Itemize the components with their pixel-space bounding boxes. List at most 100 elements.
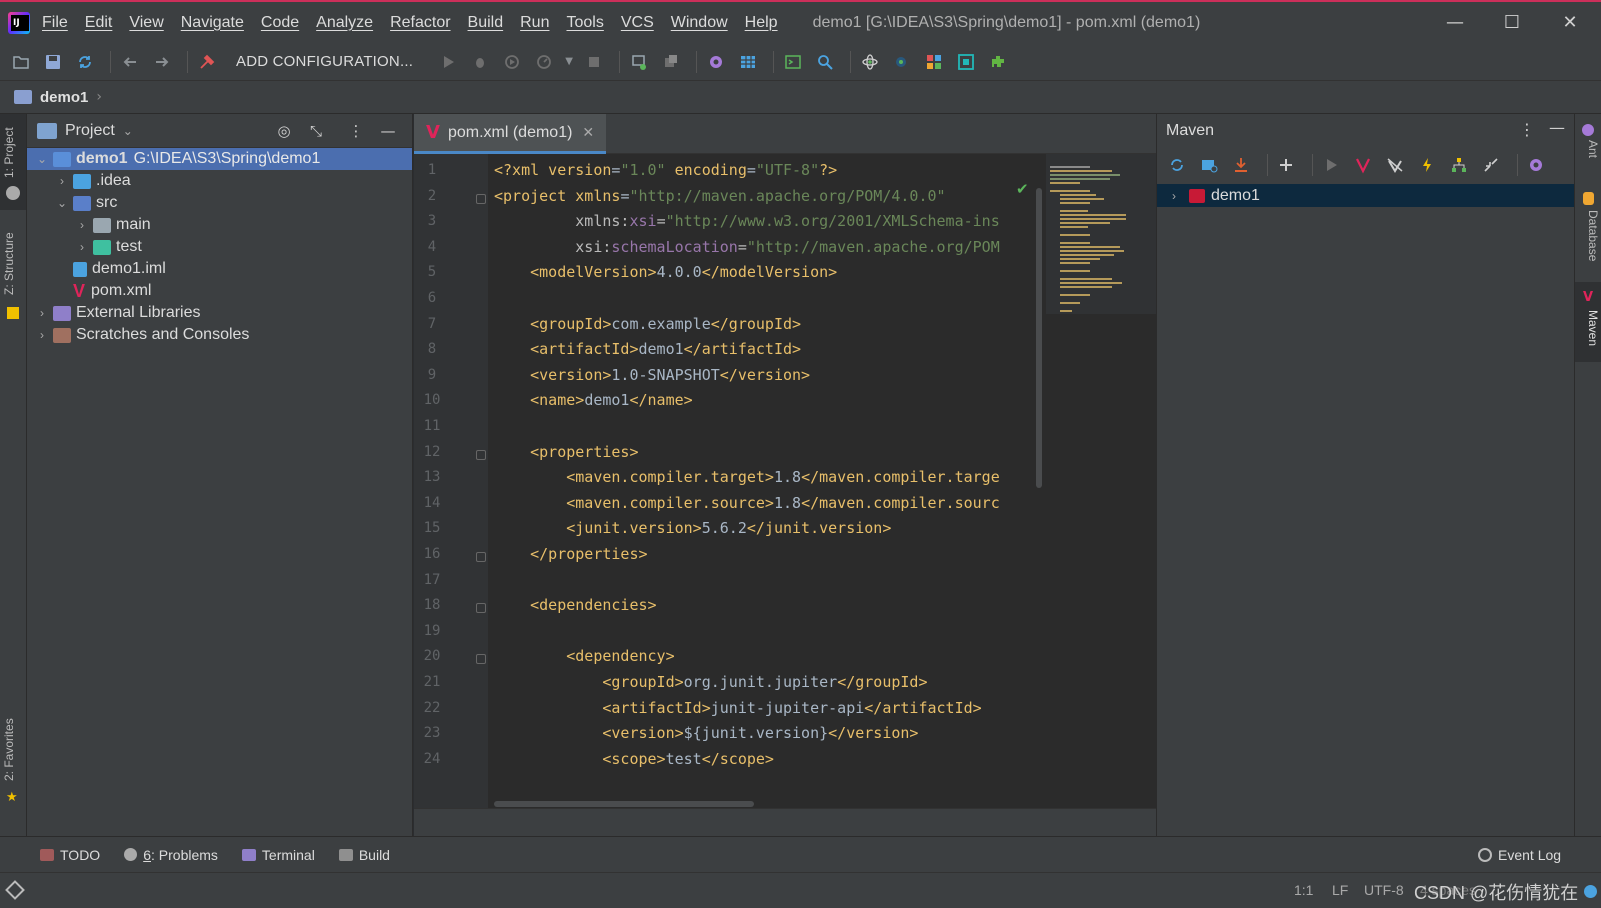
menu-window[interactable]: Window: [671, 14, 728, 32]
run-with-coverage-icon[interactable]: [499, 49, 525, 75]
tool-tab-structure[interactable]: Z: Structure: [2, 224, 24, 304]
close-icon[interactable]: ✕: [582, 125, 594, 141]
code-area[interactable]: <?xml version="1.0" encoding="UTF-8"?> <p…: [494, 154, 1046, 808]
tree-item-main[interactable]: › main: [27, 214, 412, 236]
more-options-icon[interactable]: ⋮: [345, 120, 367, 142]
breadcrumb-item-demo1[interactable]: demo1: [40, 89, 88, 106]
no-problems-check-icon[interactable]: ✔: [1016, 180, 1029, 198]
tree-item-src[interactable]: ⌄ src: [27, 192, 412, 214]
download-icon[interactable]: [1229, 153, 1253, 177]
menu-view[interactable]: View: [129, 14, 163, 32]
layout-plugin-icon[interactable]: [921, 49, 947, 75]
menu-build[interactable]: Build: [468, 14, 504, 32]
hide-panel-icon[interactable]: —: [377, 120, 399, 142]
locate-target-icon[interactable]: ◎: [273, 120, 295, 142]
fold-marker-icon[interactable]: [476, 193, 486, 204]
run-icon[interactable]: [435, 49, 461, 75]
maven-project-demo1[interactable]: › demo1: [1157, 184, 1575, 207]
build-tab[interactable]: Build: [338, 847, 390, 863]
tool-tab-database[interactable]: Database: [1578, 210, 1600, 270]
skip-tests-icon[interactable]: [1415, 153, 1439, 177]
spring-atom-icon[interactable]: [857, 49, 883, 75]
menu-file[interactable]: File: [42, 14, 68, 32]
database-plugin-icon[interactable]: [953, 49, 979, 75]
plugin-puzzle-icon[interactable]: [985, 49, 1011, 75]
menu-run[interactable]: Run: [520, 14, 549, 32]
build-hammer-icon[interactable]: [194, 49, 220, 75]
close-window-button[interactable]: ✕: [1555, 8, 1585, 38]
tree-item-pom-xml[interactable]: V pom.xml: [27, 280, 412, 302]
project-structure-icon[interactable]: [735, 49, 761, 75]
chevron-down-icon[interactable]: ⌄: [123, 124, 133, 138]
menu-navigate[interactable]: Navigate: [181, 14, 244, 32]
show-dependencies-icon[interactable]: [1447, 153, 1471, 177]
fold-marker-icon[interactable]: [476, 449, 486, 460]
menu-help[interactable]: Help: [745, 14, 778, 32]
menu-tools[interactable]: Tools: [566, 14, 603, 32]
terminal-tab[interactable]: Terminal: [241, 847, 315, 863]
chevron-down-icon[interactable]: ▼: [563, 49, 575, 75]
add-icon[interactable]: [1274, 153, 1298, 177]
debug-bug-icon[interactable]: [467, 49, 493, 75]
tree-item-idea[interactable]: › .idea: [27, 170, 412, 192]
chevron-right-icon[interactable]: ›: [1167, 189, 1181, 203]
event-log-tab[interactable]: Event Log: [1478, 847, 1561, 863]
tool-tab-favorites[interactable]: 2: Favorites: [2, 712, 24, 787]
profiler-icon[interactable]: [531, 49, 557, 75]
add-configuration-button[interactable]: ADD CONFIGURATION...: [236, 53, 413, 70]
problems-tab[interactable]: 6 : Problems: [124, 847, 218, 863]
deploy-icon[interactable]: [658, 49, 684, 75]
caret-position[interactable]: 1:1: [1294, 882, 1313, 898]
horizontal-scrollbar[interactable]: [494, 801, 754, 807]
terminal-icon[interactable]: [780, 49, 806, 75]
vertical-scrollbar[interactable]: [1036, 188, 1042, 488]
settings-gear-icon[interactable]: [703, 49, 729, 75]
chevron-right-icon[interactable]: ›: [55, 174, 69, 188]
chevron-right-icon[interactable]: ›: [75, 218, 89, 232]
maven-goal-icon[interactable]: [1351, 153, 1375, 177]
minimize-button[interactable]: —: [1440, 8, 1470, 38]
settings-gear-icon[interactable]: [1524, 153, 1548, 177]
toggle-offline-icon[interactable]: [1383, 153, 1407, 177]
menu-edit[interactable]: Edit: [85, 14, 113, 32]
tool-tab-maven[interactable]: Maven: [1578, 310, 1600, 358]
tree-item-external-libraries[interactable]: › External Libraries: [27, 302, 412, 324]
project-view-selector[interactable]: Project: [65, 122, 115, 140]
chevron-right-icon[interactable]: ›: [75, 240, 89, 254]
tree-item-test[interactable]: › test: [27, 236, 412, 258]
file-encoding[interactable]: UTF-8: [1364, 882, 1404, 898]
menu-refactor[interactable]: Refactor: [390, 14, 450, 32]
generate-sources-icon[interactable]: [1197, 153, 1221, 177]
stop-icon[interactable]: [581, 49, 607, 75]
chevron-down-icon[interactable]: ⌄: [35, 152, 49, 166]
attach-debugger-icon[interactable]: [626, 49, 652, 75]
hide-panel-icon[interactable]: —: [1549, 118, 1565, 137]
tree-item-demo1-iml[interactable]: demo1.iml: [27, 258, 412, 280]
search-icon[interactable]: [812, 49, 838, 75]
coverage-plugin-icon[interactable]: [889, 49, 915, 75]
menu-analyze[interactable]: Analyze: [316, 14, 373, 32]
save-all-icon[interactable]: [40, 49, 66, 75]
menu-code[interactable]: Code: [261, 14, 299, 32]
back-arrow-icon[interactable]: [117, 49, 143, 75]
tool-tab-ant[interactable]: Ant: [1578, 140, 1600, 170]
collapse-all-icon[interactable]: [1479, 153, 1503, 177]
fold-marker-icon[interactable]: [476, 552, 486, 562]
tool-tab-project[interactable]: 1: Project: [2, 122, 24, 184]
fold-marker-icon[interactable]: [476, 603, 486, 614]
more-options-icon[interactable]: ⋮: [1519, 120, 1535, 139]
reload-icon[interactable]: [1165, 153, 1189, 177]
open-folder-icon[interactable]: [8, 49, 34, 75]
tree-item-scratches[interactable]: › Scratches and Consoles: [27, 324, 412, 346]
tab-pom-xml[interactable]: V pom.xml (demo1) ✕: [414, 114, 606, 154]
chevron-right-icon[interactable]: ›: [35, 306, 49, 320]
line-separator[interactable]: LF: [1332, 882, 1348, 898]
tree-item-demo1[interactable]: ⌄ demo1 G:\IDEA\S3\Spring\demo1: [27, 148, 412, 170]
forward-arrow-icon[interactable]: [149, 49, 175, 75]
code-minimap[interactable]: [1046, 154, 1156, 314]
collapse-all-icon[interactable]: ⤡: [305, 120, 327, 142]
chevron-right-icon[interactable]: ›: [35, 328, 49, 342]
layers-icon[interactable]: [5, 880, 25, 900]
chevron-down-icon[interactable]: ⌄: [55, 196, 69, 210]
menu-vcs[interactable]: VCS: [621, 14, 654, 32]
